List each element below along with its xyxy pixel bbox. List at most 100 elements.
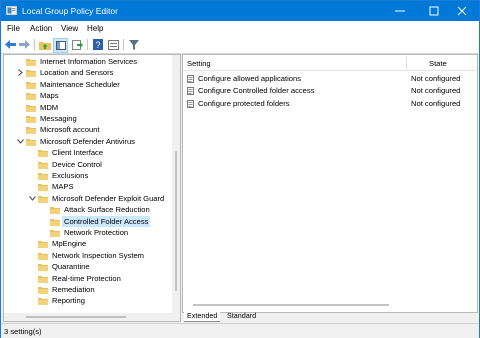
tree-item-label: Microsoft Defender Exploit Guard <box>52 193 165 203</box>
tree-item[interactable]: Attack Surface Reduction <box>4 204 172 215</box>
tree-item[interactable]: Location and Sensors <box>4 67 172 78</box>
setting-name: Configure allowed applications <box>198 74 302 83</box>
menu-help[interactable]: Help <box>87 24 103 33</box>
show-hide-tree-button[interactable] <box>53 38 68 53</box>
tree-item-label: Network Protection <box>64 228 129 237</box>
minimize-button[interactable] <box>383 1 417 21</box>
folder-icon <box>38 287 48 294</box>
console-tree[interactable]: Internet Information Services Location an… <box>3 54 181 322</box>
collapse-chevron-icon[interactable] <box>28 193 36 204</box>
folder-icon <box>50 207 60 215</box>
setting-state: Not configured <box>411 98 461 108</box>
folder-icon <box>26 138 36 146</box>
window-title: Local Group Policy Editor <box>22 6 118 16</box>
folder-up-icon <box>38 41 51 50</box>
setting-row[interactable]: Configure protected folders Not configure… <box>183 98 477 109</box>
tree-item-label: Client Interface <box>52 148 104 158</box>
setting-state: Not configured <box>411 74 461 83</box>
folder-icon <box>38 264 48 272</box>
menu-view[interactable]: View <box>61 24 78 33</box>
tree-item[interactable]: Controlled Folder Access <box>4 215 172 227</box>
folder-icon <box>38 150 48 158</box>
folder-icon <box>50 230 60 237</box>
folder-icon <box>26 59 36 66</box>
menu-action[interactable]: Action <box>30 24 52 33</box>
folder-icon <box>38 252 48 260</box>
tree-item[interactable]: Real-time Protection <box>4 273 172 284</box>
back-button[interactable] <box>4 38 17 51</box>
tree-item[interactable]: Microsoft Defender Exploit Guard <box>4 193 172 204</box>
tree-item-label: Microsoft account <box>40 125 100 135</box>
tree-item[interactable]: Messaging <box>4 113 172 124</box>
export-list-button[interactable] <box>71 38 84 51</box>
tab-extended[interactable]: Extended <box>184 311 221 322</box>
properties-button[interactable] <box>107 38 120 51</box>
forward-arrow-icon <box>19 40 30 49</box>
setting-name: Configure Controlled folder access <box>198 86 315 96</box>
tab-standard[interactable]: Standard <box>224 311 259 321</box>
column-header-setting[interactable]: Setting <box>187 59 211 68</box>
tree-item-label: Remediation <box>52 285 95 294</box>
tree-item-label: Maintenance Scheduler <box>40 79 120 89</box>
tree-item-label: Location and Sensors <box>40 68 114 78</box>
policy-setting-icon <box>187 99 194 108</box>
column-divider[interactable] <box>406 57 407 69</box>
settings-pane: Setting State Configure allowed applicat… <box>182 54 478 313</box>
tree-item[interactable]: Network Inspection System <box>4 250 172 261</box>
tree-item[interactable]: Maintenance Scheduler <box>4 79 172 90</box>
tree-item[interactable]: Reporting <box>4 295 172 306</box>
tree-hscroll-thumb[interactable] <box>26 316 126 318</box>
status-text: 3 setting(s) <box>4 327 42 336</box>
tree-item[interactable]: Client Interface <box>4 147 172 158</box>
tree-item[interactable]: MAPS <box>4 181 172 192</box>
column-header-state[interactable]: State <box>429 59 447 68</box>
tree-item[interactable]: Network Protection <box>4 227 172 238</box>
tree-item[interactable]: Maps <box>4 90 172 101</box>
tree-item[interactable]: Remediation <box>4 284 172 295</box>
menu-file[interactable]: File <box>7 24 20 33</box>
tree-item[interactable]: Internet Information Services <box>4 56 172 67</box>
tree-item[interactable]: MDM <box>4 102 172 113</box>
tree-item[interactable]: MpEngine <box>4 238 172 249</box>
title-bar[interactable]: Local Group Policy Editor <box>1 1 479 21</box>
tree-horizontal-scrollbar[interactable] <box>4 313 172 321</box>
policy-setting-icon <box>187 75 194 83</box>
folder-icon <box>26 81 36 89</box>
header-divider <box>183 70 477 71</box>
folder-icon <box>38 173 48 180</box>
tree-item-label: Quarantine <box>52 262 90 272</box>
tree-item-label: Real-time Protection <box>52 273 121 283</box>
expand-chevron-icon[interactable] <box>16 67 24 78</box>
tree-item-label: Network Inspection System <box>52 250 145 260</box>
up-folder-button[interactable] <box>38 38 51 51</box>
folder-icon <box>26 127 36 135</box>
toolbar: ? <box>1 36 479 54</box>
tree-item-label: MpEngine <box>52 239 87 249</box>
folder-icon <box>50 218 60 226</box>
settings-hscroll-thumb[interactable] <box>193 304 389 306</box>
setting-row[interactable]: Configure Controlled folder access Not co… <box>183 85 477 96</box>
tree-item[interactable]: Microsoft account <box>4 124 172 135</box>
filter-button[interactable] <box>127 38 140 51</box>
folder-icon <box>26 93 36 101</box>
settings-horizontal-scrollbar[interactable] <box>183 300 477 310</box>
tree-item[interactable]: Quarantine <box>4 261 172 272</box>
tree-item[interactable]: Microsoft Defender Antivirus <box>4 136 172 147</box>
collapse-chevron-icon[interactable] <box>16 136 24 147</box>
tree-item-label: Device Control <box>52 159 102 169</box>
tree-item-label: Maps <box>40 91 59 101</box>
close-button[interactable] <box>445 1 479 21</box>
policy-setting-icon <box>187 87 194 96</box>
tree-item[interactable]: Device Control <box>4 159 172 170</box>
toolbar-separator <box>34 39 35 50</box>
close-icon <box>457 6 467 16</box>
help-button[interactable]: ? <box>91 38 104 51</box>
filter-icon <box>128 39 139 50</box>
setting-row[interactable]: Configure allowed applications Not config… <box>183 73 477 84</box>
tree-item[interactable]: Exclusions <box>4 170 172 181</box>
tree-vertical-scrollbar[interactable] <box>172 55 180 321</box>
forward-button[interactable] <box>18 38 31 51</box>
back-arrow-icon <box>5 40 16 49</box>
status-bar: 3 setting(s) <box>1 323 479 338</box>
tree-scroll-thumb[interactable] <box>175 151 177 291</box>
